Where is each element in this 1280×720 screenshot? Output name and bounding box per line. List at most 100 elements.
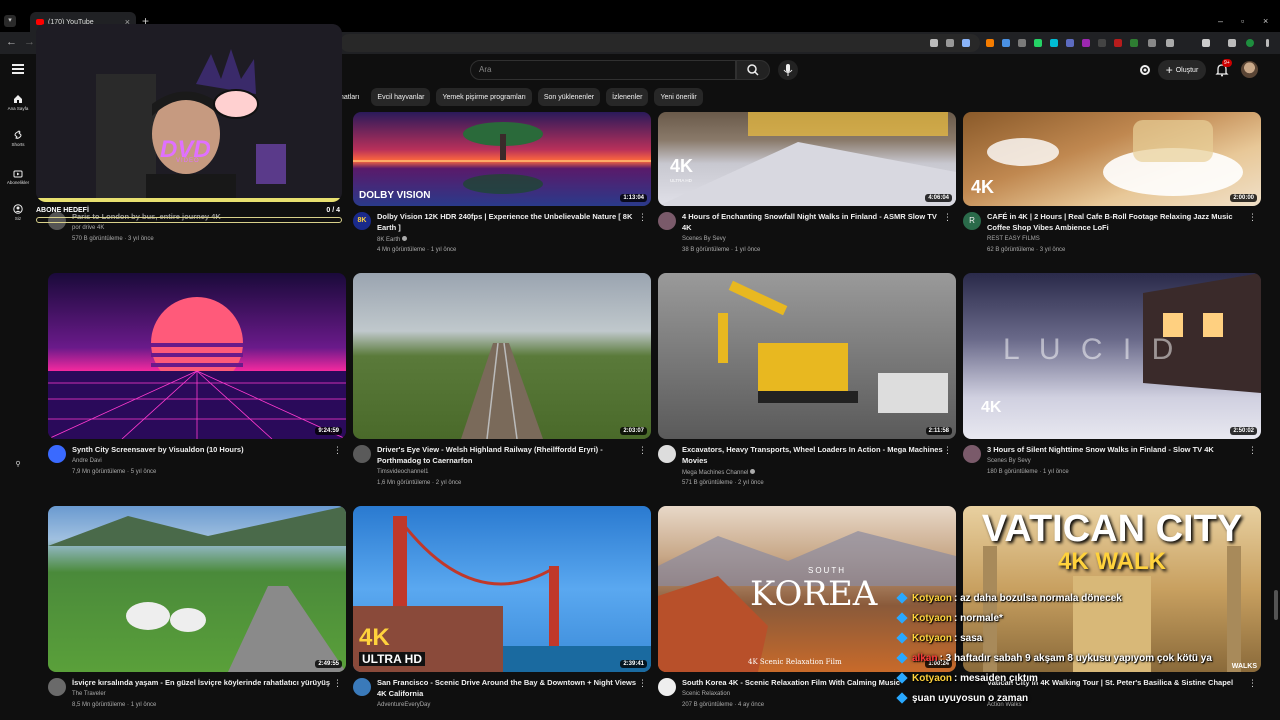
create-button[interactable]: + Oluştur (1158, 60, 1206, 80)
video-title[interactable]: 3 Hours of Silent Nighttime Snow Walks i… (987, 445, 1249, 456)
video-title[interactable]: CAFÉ in 4K | 2 Hours | Real Cafe B-Roll … (987, 212, 1249, 233)
channel-avatar[interactable] (48, 445, 66, 463)
account-avatar[interactable] (1241, 61, 1258, 78)
more-options-icon[interactable]: ⋮ (943, 445, 952, 456)
video-thumbnail[interactable]: 2:03:07 (353, 273, 651, 439)
more-options-icon[interactable]: ⋮ (943, 212, 952, 223)
video-thumbnail[interactable]: L U C I D 4K 2:50:02 (963, 273, 1261, 439)
extension-icon[interactable] (1114, 39, 1122, 47)
more-options-icon[interactable]: ⋮ (638, 678, 647, 689)
video-thumbnail[interactable]: DOLBY VISION 1:13:04 (353, 112, 651, 206)
eye-off-icon[interactable] (946, 39, 954, 47)
channel-name[interactable]: The Traveler (72, 691, 106, 697)
extension-icon[interactable] (1148, 39, 1156, 47)
channel-avatar[interactable] (353, 445, 371, 463)
channel-name[interactable]: Mega Machines Channel (682, 469, 756, 476)
video-card[interactable]: 4K ULTRA HD 2:39:41 San Francisco - Scen… (353, 506, 651, 716)
rail-item-home[interactable]: Ana Sayfa (0, 94, 36, 111)
channel-avatar[interactable] (963, 445, 981, 463)
channel-name[interactable]: REST EASY FILMS (987, 236, 1040, 242)
menu-dots-icon[interactable] (1266, 39, 1269, 47)
extension-icon[interactable] (1066, 39, 1074, 47)
forward-arrow-icon[interactable]: → (24, 36, 35, 48)
channel-avatar[interactable]: 8K (353, 212, 371, 230)
video-thumbnail[interactable]: 4K 2:00:00 (963, 112, 1261, 206)
video-title[interactable]: Excavators, Heavy Transports, Wheel Load… (682, 445, 944, 466)
extension-icon[interactable] (1002, 39, 1010, 47)
chip-new-to-you[interactable]: Yeni önerilir (654, 88, 703, 106)
extension-icon[interactable] (986, 39, 994, 47)
channel-name[interactable]: Scenes By Sevy (987, 458, 1031, 464)
extension-icon[interactable] (1050, 39, 1058, 47)
search-input[interactable]: Ara (470, 60, 736, 80)
video-thumbnail[interactable]: 2:49:55 (48, 506, 346, 672)
search-button[interactable] (736, 60, 770, 80)
video-card[interactable]: DOLBY VISION 1:13:04 8K Dolby Vision 12K… (353, 112, 651, 262)
video-title[interactable]: Driver's Eye View - Welsh Highland Railw… (377, 445, 639, 466)
video-card[interactable]: 9:24:59 Synth City Screensaver by Visual… (48, 273, 346, 483)
more-options-icon[interactable]: ⋮ (1248, 445, 1257, 456)
channel-avatar[interactable] (48, 678, 66, 696)
video-card[interactable]: 2:03:07 Driver's Eye View - Welsh Highla… (353, 273, 651, 486)
channel-name[interactable]: AdventureEveryDay (377, 702, 430, 708)
video-title[interactable]: İsviçre kırsalında yaşam - En güzel İsvi… (72, 678, 334, 689)
rail-item-shorts[interactable]: Shorts (0, 130, 36, 147)
extensions-puzzle-icon[interactable] (1202, 39, 1210, 47)
whatsapp-icon[interactable] (1034, 39, 1042, 47)
video-card[interactable]: 2:11:58 Excavators, Heavy Transports, Wh… (658, 273, 956, 486)
chip-recently-uploaded[interactable]: Son yüklenenler (537, 88, 601, 106)
minimize-button[interactable]: – (1218, 16, 1223, 26)
chip-cooking[interactable]: Yemek pişirme programları (436, 88, 532, 106)
video-title[interactable]: Dolby Vision 12K HDR 240fps | Experience… (377, 212, 639, 233)
extension-icon[interactable] (1130, 39, 1138, 47)
star-icon[interactable] (962, 39, 970, 47)
channel-name[interactable]: Scenic Relaxation (682, 691, 730, 697)
video-title[interactable]: 4 Hours of Enchanting Snowfall Night Wal… (682, 212, 944, 233)
more-options-icon[interactable]: ⋮ (638, 445, 647, 456)
video-title[interactable]: Synth City Screensaver by Visualdon (10 … (72, 445, 334, 456)
channel-name[interactable]: Andre Davi (72, 458, 102, 464)
video-thumbnail[interactable]: 4K ULTRA HD 2:39:41 (353, 506, 651, 672)
screen-icon[interactable] (930, 39, 938, 47)
video-title[interactable]: San Francisco - Scenic Drive Around the … (377, 678, 639, 699)
more-options-icon[interactable]: ⋮ (1248, 212, 1257, 223)
chip-watched[interactable]: İzlenenler (606, 88, 649, 106)
extension-icon[interactable] (1098, 39, 1106, 47)
more-options-icon[interactable]: ⋮ (333, 445, 342, 456)
voice-search-button[interactable] (778, 60, 798, 80)
video-thumbnail[interactable]: 2:11:58 (658, 273, 956, 439)
extension-icon[interactable] (1018, 39, 1026, 47)
rail-item-subscriptions[interactable]: Abonelikler (0, 168, 36, 185)
extension-icon[interactable] (1166, 39, 1174, 47)
tab-search-button[interactable]: ▾ (4, 15, 16, 27)
video-card[interactable]: 2:49:55 İsviçre kırsalında yaşam - En gü… (48, 506, 346, 716)
hamburger-menu-icon[interactable] (12, 64, 24, 74)
scrollbar-thumb[interactable] (1274, 590, 1278, 620)
video-thumbnail[interactable]: 4K ULTRA HD 4:06:04 (658, 112, 956, 206)
channel-name[interactable]: 8K Earth (377, 236, 408, 243)
more-options-icon[interactable]: ⋮ (638, 212, 647, 223)
video-card[interactable]: 4K ULTRA HD 4:06:04 4 Hours of Enchantin… (658, 112, 956, 262)
video-thumbnail[interactable]: 9:24:59 (48, 273, 346, 439)
channel-avatar[interactable] (658, 212, 676, 230)
address-bar[interactable] (340, 34, 980, 52)
channel-avatar[interactable] (658, 678, 676, 696)
chip-pets[interactable]: Evcil hayvanlar (371, 88, 431, 106)
back-arrow-icon[interactable]: ← (6, 36, 17, 48)
channel-avatar[interactable] (658, 445, 676, 463)
video-card[interactable]: 4K 2:00:00 R CAFÉ in 4K | 2 Hours | Real… (963, 112, 1261, 262)
extension-icon[interactable] (1082, 39, 1090, 47)
channel-avatar[interactable] (353, 678, 371, 696)
account-icon[interactable] (1246, 39, 1254, 47)
maximize-button[interactable]: ▫ (1241, 16, 1244, 26)
person-icon[interactable]: ⚲ (0, 460, 36, 468)
channel-name[interactable]: Timsvideochannel1 (377, 469, 428, 475)
close-window-button[interactable]: × (1263, 16, 1268, 26)
rail-item-you[interactable]: Siz (0, 204, 36, 221)
channel-avatar[interactable]: R (963, 212, 981, 230)
more-options-icon[interactable]: ⋮ (333, 678, 342, 689)
channel-name[interactable]: Scenes By Sevy (682, 236, 726, 242)
profile-icon[interactable] (1228, 39, 1236, 47)
gear-icon[interactable] (1138, 63, 1152, 77)
video-card[interactable]: L U C I D 4K 2:50:02 3 Hours of Silent N… (963, 273, 1261, 483)
